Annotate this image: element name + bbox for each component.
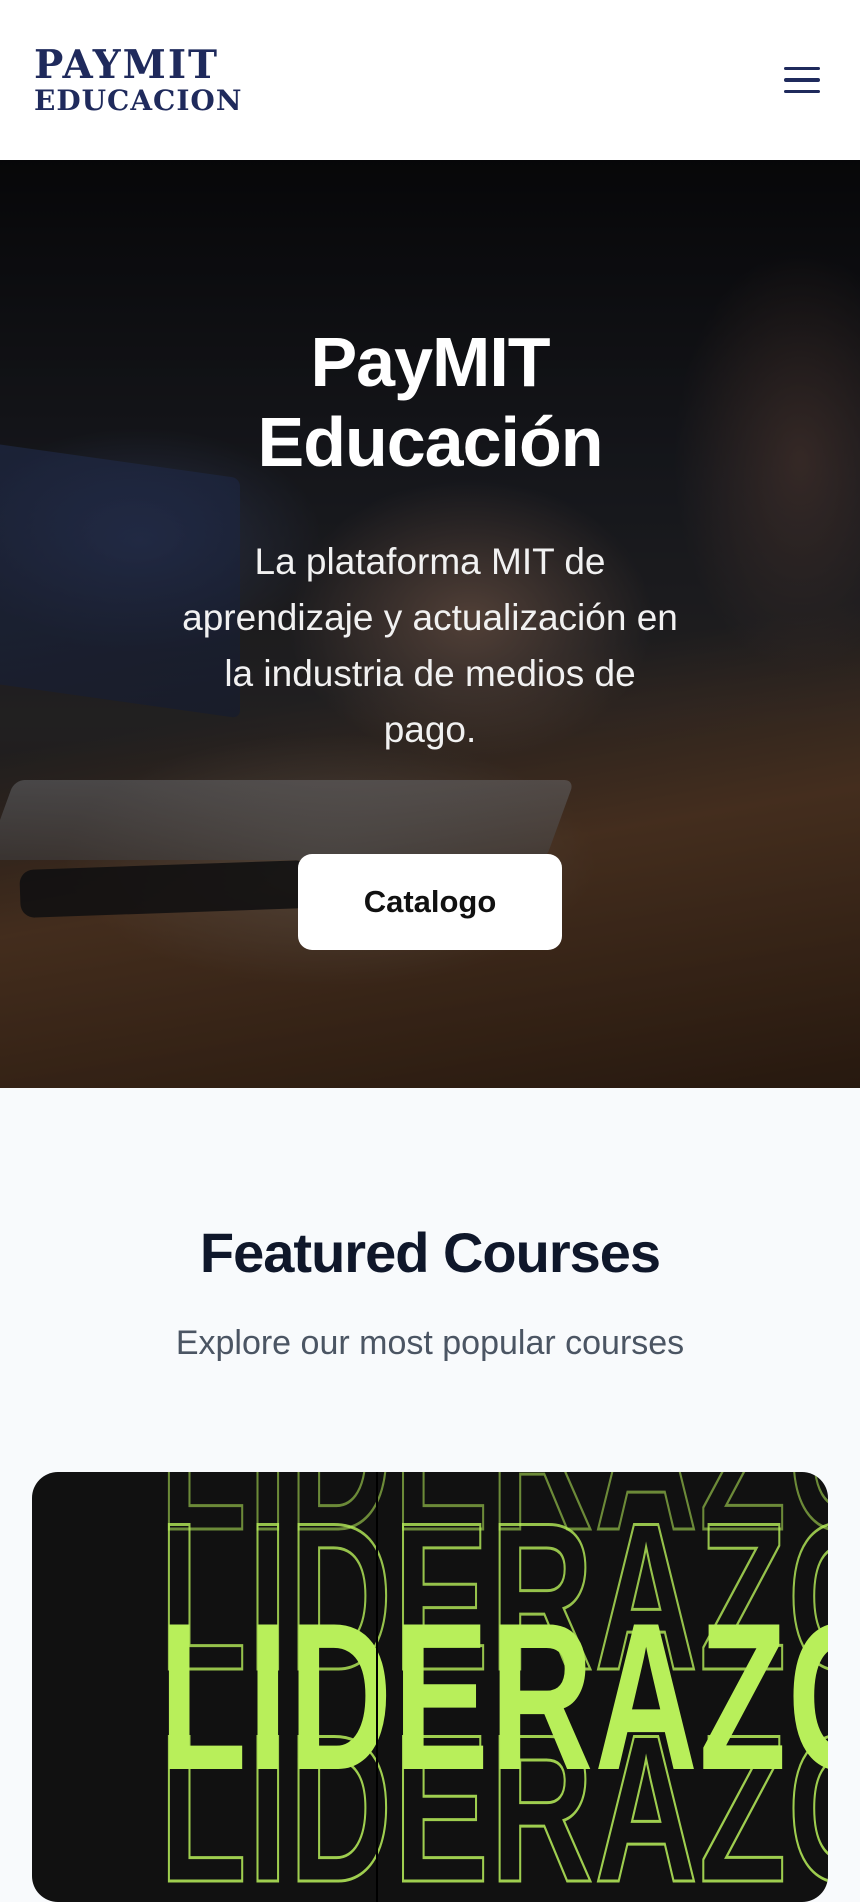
course-card[interactable]: LIDERAZGO LIDERAZGO LIDERAZGO LIDERAZGO <box>32 1472 828 1902</box>
catalog-button[interactable]: Catalogo <box>298 854 562 950</box>
hero-subtitle: La plataforma MIT de aprendizaje y actua… <box>182 541 678 750</box>
course-image-text-outline: LIDERAZGO <box>158 1691 828 1902</box>
menu-bar <box>784 89 820 94</box>
paymit-logo[interactable]: PAYMIT EDUCACION <box>34 41 243 117</box>
featured-courses-section: Featured Courses Explore our most popula… <box>0 1088 860 1902</box>
hero-section: PayMIT Educación La plataforma MIT de ap… <box>0 160 860 1088</box>
menu-bar <box>784 66 820 71</box>
featured-title: Featured Courses <box>199 1221 661 1284</box>
hero-content: PayMIT Educación La plataforma MIT de ap… <box>0 160 860 1088</box>
hero-title: PayMIT Educación <box>257 323 604 481</box>
featured-subtitle: Explore our most popular courses <box>175 1324 685 1362</box>
menu-bar <box>784 78 820 82</box>
hamburger-menu-icon[interactable] <box>784 59 826 101</box>
logo-line1: PAYMIT <box>34 41 220 88</box>
course-image-divider <box>376 1472 378 1902</box>
site-header: PAYMIT EDUCACION <box>0 0 860 160</box>
logo-line2: EDUCACION <box>34 83 243 117</box>
